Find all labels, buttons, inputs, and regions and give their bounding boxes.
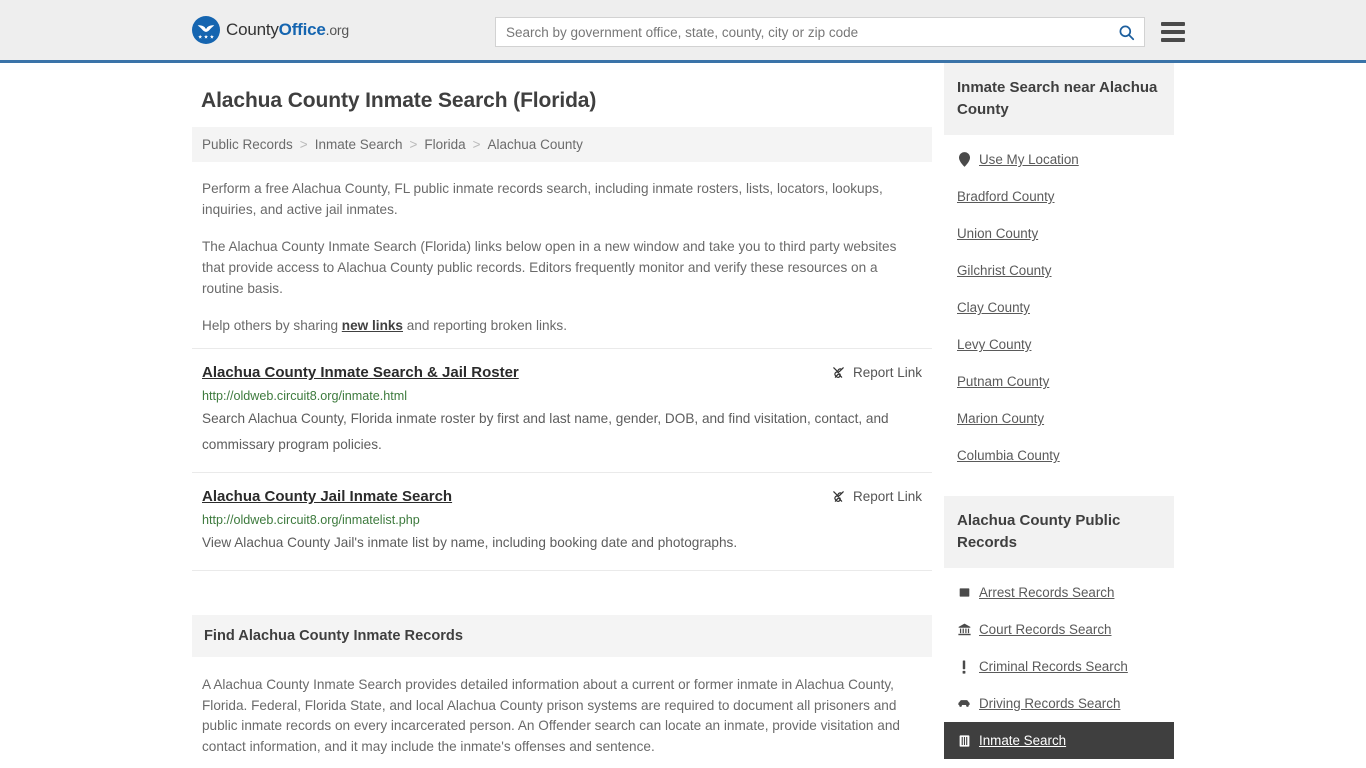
breadcrumb-item-florida[interactable]: Florida <box>424 137 465 152</box>
records-section-heading: Find Alachua County Inmate Records <box>192 615 932 657</box>
sidebar-item-clay-county[interactable]: Clay County <box>957 289 1161 326</box>
intro-text-after: and reporting broken links. <box>403 318 567 333</box>
intro-paragraph-3: Help others by sharing new links and rep… <box>202 315 922 336</box>
logo-text-county: County <box>226 20 279 39</box>
eagle-shield-icon <box>192 16 220 44</box>
report-link-label: Report Link <box>852 365 922 380</box>
breadcrumb-separator: > <box>409 137 418 152</box>
broken-link-icon <box>831 489 846 504</box>
listing-title-link[interactable]: Alachua County Jail Inmate Search <box>202 487 452 507</box>
site-header: CountyOffice.org <box>0 0 1366 63</box>
sidebar-item-label[interactable]: Use My Location <box>979 152 1079 167</box>
sidebar-item-court-records-search[interactable]: Court Records Search <box>957 611 1161 648</box>
sidebar-item-gilchrist-county[interactable]: Gilchrist County <box>957 252 1161 289</box>
search-input[interactable] <box>506 24 1115 40</box>
intro-text-before: Help others by sharing <box>202 318 342 333</box>
exclamation-icon <box>957 659 971 674</box>
intro-section: Perform a free Alachua County, FL public… <box>192 178 932 336</box>
main-content: Alachua County Inmate Search (Florida) P… <box>192 63 932 768</box>
report-link-button[interactable]: Report Link <box>831 363 922 380</box>
header-search-area <box>495 17 1185 47</box>
breadcrumb-separator: > <box>299 137 308 152</box>
hamburger-menu-icon[interactable] <box>1161 22 1185 42</box>
search-box[interactable] <box>495 17 1145 47</box>
listing-description: Search Alachua County, Florida inmate ro… <box>202 411 889 452</box>
sidebar-item-label[interactable]: Court Records Search <box>979 622 1111 637</box>
inmate-icon <box>957 734 971 747</box>
sidebar-item-label[interactable]: Criminal Records Search <box>979 659 1128 674</box>
breadcrumb-item-inmate-search[interactable]: Inmate Search <box>315 137 403 152</box>
sidebar-item-label[interactable]: Columbia County <box>957 448 1060 463</box>
car-icon <box>957 698 971 709</box>
site-logo-text: CountyOffice.org <box>226 20 349 40</box>
sidebar-records-panel-heading: Alachua County Public Records <box>944 496 1174 568</box>
sidebar-item-marion-county[interactable]: Marion County <box>957 400 1161 437</box>
sidebar-item-bradford-county[interactable]: Bradford County <box>957 178 1161 215</box>
site-logo[interactable]: CountyOffice.org <box>192 16 349 44</box>
hamburger-bar <box>1161 38 1185 42</box>
listing-url[interactable]: http://oldweb.circuit8.org/inmatelist.ph… <box>202 513 922 527</box>
sidebar-item-inmate-search[interactable]: Inmate Search <box>944 722 1174 759</box>
listing-header: Alachua County Inmate Search & Jail Rost… <box>202 363 922 383</box>
search-button[interactable] <box>1115 23 1138 42</box>
sidebar-item-putnam-county[interactable]: Putnam County <box>957 363 1161 400</box>
sidebar-near-panel-heading: Inmate Search near Alachua County <box>944 63 1174 135</box>
breadcrumb-item-alachua-county[interactable]: Alachua County <box>488 137 583 152</box>
fingerprint-icon <box>957 587 971 598</box>
page-body: Alachua County Inmate Search (Florida) P… <box>0 63 1366 768</box>
broken-link-icon <box>831 365 846 380</box>
breadcrumb-item-public-records[interactable]: Public Records <box>202 137 293 152</box>
listing-item: Alachua County Jail Inmate Search Report… <box>192 473 932 571</box>
intro-paragraph-1: Perform a free Alachua County, FL public… <box>202 181 883 217</box>
logo-text-office: Office <box>278 20 326 39</box>
sidebar-item-label[interactable]: Driving Records Search <box>979 696 1120 711</box>
report-link-label: Report Link <box>852 489 922 504</box>
sidebar-item-label[interactable]: Inmate Search <box>979 733 1066 748</box>
listing-header: Alachua County Jail Inmate Search Report… <box>202 487 922 507</box>
sidebar-item-label[interactable]: Marion County <box>957 411 1044 426</box>
map-pin-icon <box>957 152 971 167</box>
new-links-link[interactable]: new links <box>342 318 403 333</box>
sidebar-item-use-my-location[interactable]: Use My Location <box>957 141 1161 178</box>
listing-item: Alachua County Inmate Search & Jail Rost… <box>192 348 932 473</box>
sidebar-item-label[interactable]: Arrest Records Search <box>979 585 1114 600</box>
sidebar-item-label[interactable]: Levy County <box>957 337 1031 352</box>
records-section-body: A Alachua County Inmate Search provides … <box>192 675 932 768</box>
sidebar-item-criminal-records-search[interactable]: Criminal Records Search <box>957 648 1161 685</box>
report-link-button[interactable]: Report Link <box>831 487 922 504</box>
sidebar: Inmate Search near Alachua County Use My… <box>944 63 1174 768</box>
sidebar-item-levy-county[interactable]: Levy County <box>957 326 1161 363</box>
hamburger-bar <box>1161 22 1185 26</box>
sidebar-records-list: Arrest Records Search Court Records Sear… <box>944 568 1174 759</box>
breadcrumb-separator: > <box>472 137 481 152</box>
hamburger-bar <box>1161 30 1185 34</box>
sidebar-item-driving-records-search[interactable]: Driving Records Search <box>957 685 1161 722</box>
listing-title-link[interactable]: Alachua County Inmate Search & Jail Rost… <box>202 363 519 383</box>
sidebar-item-label[interactable]: Putnam County <box>957 374 1049 389</box>
listing-url[interactable]: http://oldweb.circuit8.org/inmate.html <box>202 389 922 403</box>
search-icon <box>1117 23 1136 42</box>
intro-paragraph-2: The Alachua County Inmate Search (Florid… <box>202 239 897 296</box>
sidebar-item-label[interactable]: Gilchrist County <box>957 263 1052 278</box>
sidebar-item-label[interactable]: Bradford County <box>957 189 1055 204</box>
sidebar-item-arrest-records-search[interactable]: Arrest Records Search <box>957 574 1161 611</box>
records-section-paragraph: A Alachua County Inmate Search provides … <box>202 677 900 754</box>
sidebar-item-union-county[interactable]: Union County <box>957 215 1161 252</box>
sidebar-item-label[interactable]: Clay County <box>957 300 1030 315</box>
breadcrumb: Public Records > Inmate Search > Florida… <box>192 127 932 162</box>
logo-text-org: .org <box>325 22 350 38</box>
sidebar-item-columbia-county[interactable]: Columbia County <box>957 437 1161 474</box>
sidebar-near-list: Use My Location Bradford County Union Co… <box>944 135 1174 474</box>
sidebar-item-label[interactable]: Union County <box>957 226 1038 241</box>
courthouse-icon <box>957 623 971 636</box>
listing-description: View Alachua County Jail's inmate list b… <box>202 535 738 550</box>
page-title: Alachua County Inmate Search (Florida) <box>201 89 597 112</box>
